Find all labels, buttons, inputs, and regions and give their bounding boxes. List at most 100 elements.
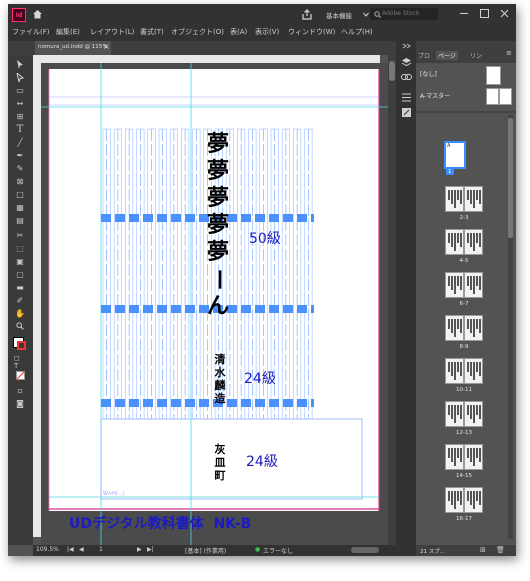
scissors-tool[interactable]: ✂ [14, 230, 26, 240]
none-master-thumbnail[interactable] [486, 66, 501, 85]
table-tool[interactable]: ▦ [14, 202, 26, 212]
spread-thumbnail[interactable] [445, 229, 483, 255]
menu-table[interactable]: 表(A) [230, 27, 247, 37]
grid-tool[interactable]: ▤ [14, 215, 26, 225]
selection-tool[interactable] [14, 59, 26, 69]
gradient-feather-tool[interactable]: ▢ [14, 269, 26, 279]
vertical-ruler[interactable] [33, 55, 41, 537]
spread-thumbnail[interactable] [445, 272, 483, 298]
vertical-headline[interactable]: 夢 夢 夢 夢 夢 ー ん [205, 131, 231, 320]
pen-tool[interactable]: ✒ [14, 150, 26, 160]
search-input[interactable] [382, 9, 434, 18]
panel-divider[interactable] [416, 111, 516, 113]
close-icon[interactable] [500, 9, 509, 18]
page-thumbnail-1[interactable]: A [444, 141, 466, 169]
horizontal-ruler[interactable] [38, 55, 380, 63]
spread-thumbnail[interactable] [445, 186, 483, 212]
spread-label: 2-3 [459, 215, 469, 221]
formatting-container-icon[interactable]: ◻ T [14, 354, 26, 370]
note-tool[interactable]: ▬ [14, 282, 26, 292]
spread-thumbnail[interactable] [445, 315, 483, 341]
link-icon[interactable] [401, 73, 412, 81]
eyedropper-tool[interactable]: ✐ [14, 295, 26, 305]
maximize-button[interactable] [480, 9, 489, 18]
horizontal-scrollbar[interactable] [351, 547, 379, 553]
spread-label: 8-9 [459, 344, 469, 350]
content-collector-tool[interactable]: ⊞ [14, 111, 26, 121]
rectangle-tool[interactable]: □ [14, 189, 26, 199]
document-tab-close[interactable]: × [103, 42, 110, 51]
pages-icon[interactable] [401, 93, 412, 102]
menu-help[interactable]: ヘルプ(H) [341, 27, 373, 37]
preflight-profile[interactable]: [基本] (作業用) [185, 546, 226, 555]
app-logo[interactable]: Id [12, 8, 26, 22]
none-master-label[interactable]: [なし] [420, 69, 437, 78]
spread-thumbnail[interactable] [445, 401, 483, 427]
direct-selection-tool[interactable] [14, 72, 26, 82]
tab-properties[interactable]: プロ [418, 51, 430, 60]
pencil-tool[interactable]: ✎ [14, 163, 26, 173]
share-icon[interactable] [302, 9, 312, 20]
home-icon[interactable] [32, 9, 43, 19]
first-page-button[interactable]: |◀ [67, 546, 74, 553]
zoom-level[interactable]: 109.5% [36, 546, 59, 553]
minimize-button[interactable] [460, 13, 468, 14]
headline-char: ー [205, 268, 231, 291]
document-pasteboard[interactable]: 夢 夢 夢 夢 夢 ー ん 50級 清 水 麟 造 24級 灰 皿 町 24級 … [41, 63, 388, 545]
page-number-field[interactable]: 1 [99, 546, 103, 553]
page-icon[interactable] [401, 107, 412, 118]
spread-page [464, 315, 483, 341]
layers-icon[interactable] [401, 57, 412, 67]
document-scrollbar[interactable] [388, 55, 396, 545]
spread-thumbnail[interactable] [445, 444, 483, 470]
headline-char: 夢 [206, 159, 229, 184]
menu-type[interactable]: 書式(T) [140, 27, 164, 37]
workspace-switcher[interactable]: 基本機能 [326, 10, 352, 20]
zoom-tool[interactable] [14, 321, 26, 331]
last-page-button[interactable]: ▶| [147, 546, 154, 553]
font-name-caption[interactable]: UDデジタル教科書体 NK-B [69, 513, 251, 533]
type-tool[interactable]: T [14, 124, 26, 135]
spread-thumbnail[interactable] [445, 358, 483, 384]
menu-edit[interactable]: 編集(E) [56, 27, 80, 37]
apply-none-button[interactable] [14, 370, 26, 380]
app-title-bar: Id 基本機能 [8, 4, 516, 24]
gradient-swatch-tool[interactable]: ▣ [14, 256, 26, 266]
preflight-status[interactable]: エラーなし [263, 546, 293, 555]
collapse-icon[interactable] [402, 43, 411, 49]
pages-panel-scrollbar[interactable] [508, 115, 513, 539]
line-tool[interactable]: ╱ [14, 137, 26, 147]
master-thumbnail[interactable] [486, 88, 512, 105]
adobe-stock-search[interactable] [370, 8, 438, 20]
page-tool[interactable]: ▭ [14, 85, 26, 95]
fill-stroke-swatch[interactable] [13, 337, 27, 351]
spread-thumbnail[interactable] [445, 487, 483, 513]
gap-tool[interactable]: ↔ [14, 98, 26, 108]
vertical-place[interactable]: 灰 皿 町 [214, 443, 226, 482]
vertical-name[interactable]: 清 水 麟 造 [214, 353, 226, 405]
menu-layout[interactable]: レイアウト(L) [90, 27, 134, 37]
prev-page-button[interactable]: ◀ [79, 546, 84, 553]
document-tab[interactable]: nomura_ud.indd @ 115% × [35, 41, 111, 55]
rectangle-frame-tool[interactable]: ⊠ [14, 176, 26, 186]
panel-menu-icon[interactable]: ≡ [506, 49, 512, 57]
screen-mode-button[interactable]: ◙ [14, 398, 26, 408]
spread-page [445, 487, 464, 513]
next-page-button[interactable]: ▶ [137, 546, 142, 553]
view-mode-button[interactable]: ▫ [14, 385, 26, 395]
free-transform-tool[interactable]: ⬚ [14, 243, 26, 253]
master-label[interactable]: A-マスター [420, 91, 450, 100]
new-page-icon[interactable]: ⊞ [480, 546, 486, 554]
menu-view[interactable]: 表示(V) [255, 27, 279, 37]
tab-pages[interactable]: ページ [436, 51, 458, 60]
menu-file[interactable]: ファイル(F) [12, 27, 50, 37]
spread-label: 12-13 [456, 430, 472, 436]
scrollbar-thumb[interactable] [389, 61, 395, 81]
menu-object[interactable]: オブジェクト(O) [171, 27, 224, 37]
delete-page-icon[interactable]: 🗑 [496, 546, 505, 554]
spread-page [445, 444, 464, 470]
menu-window[interactable]: ウィンドウ(W) [288, 27, 335, 37]
hand-tool[interactable]: ✋ [14, 308, 26, 318]
chevron-down-icon[interactable] [363, 12, 369, 17]
tab-links[interactable]: リン [470, 51, 482, 60]
